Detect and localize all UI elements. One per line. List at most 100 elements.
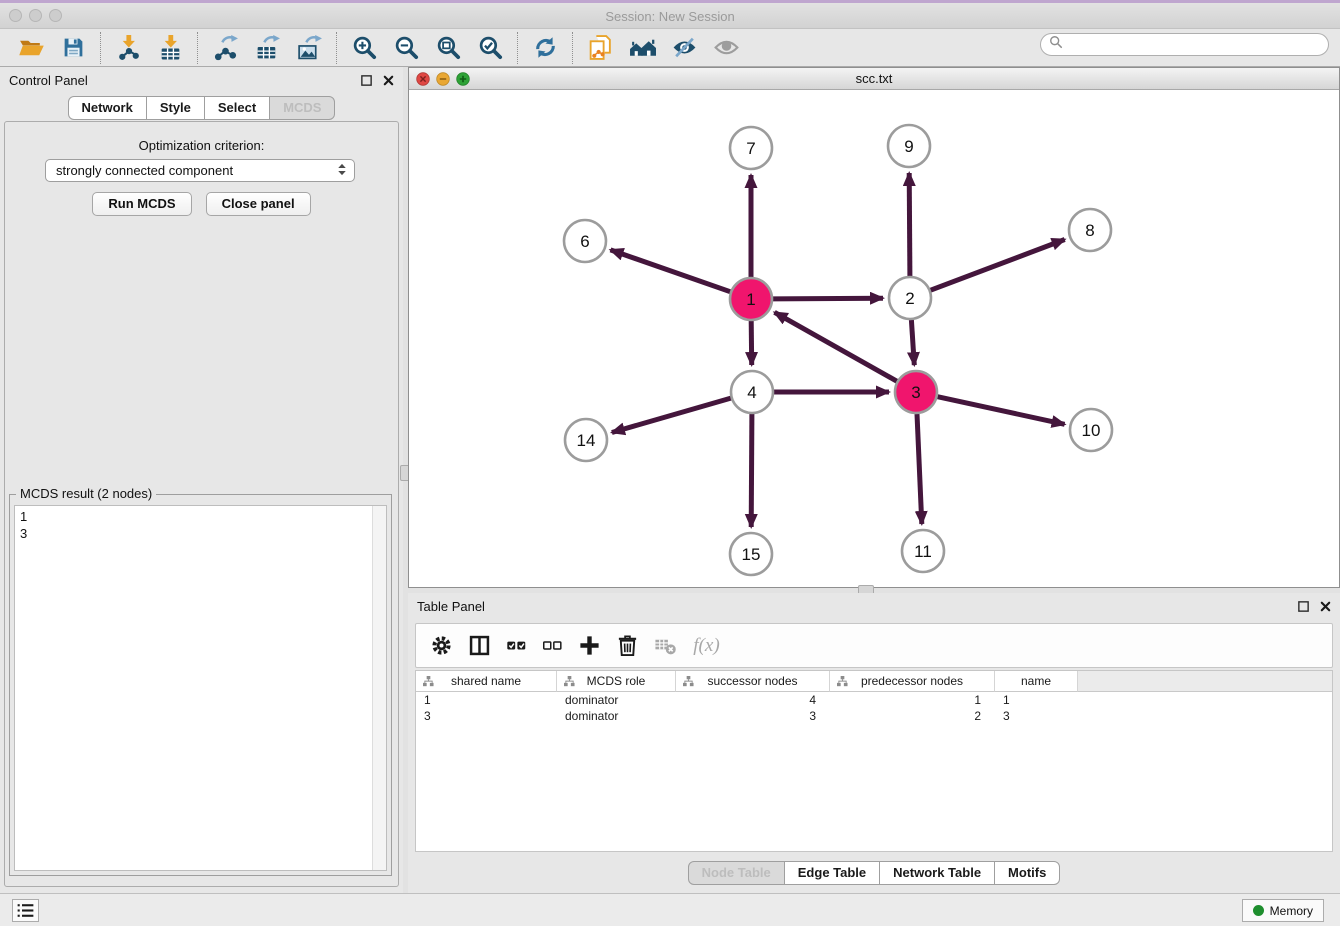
tab-mcds[interactable]: MCDS [269, 96, 335, 120]
eye-hide-icon[interactable] [663, 32, 705, 64]
network-home-icon[interactable] [621, 32, 663, 64]
table-row[interactable]: 3dominator323 [416, 708, 1332, 724]
column-header-shared-name[interactable]: shared name [416, 671, 557, 692]
float-panel-icon[interactable] [359, 73, 373, 87]
graph-node-6[interactable]: 6 [564, 220, 606, 262]
table-cell[interactable]: dominator [557, 692, 676, 708]
export-table-icon[interactable] [246, 32, 288, 64]
graph-node-9[interactable]: 9 [888, 125, 930, 167]
tab-edge-table[interactable]: Edge Table [784, 861, 880, 885]
graph-edge-4-14[interactable] [612, 398, 731, 432]
optimization-criterion-select[interactable]: strongly connected component [45, 159, 355, 182]
zoom-selected-icon[interactable] [469, 32, 511, 64]
network-window-titlebar[interactable]: scc.txt [409, 68, 1339, 90]
network-canvas[interactable]: 7 9 6 8 1 2 4 3 14 10 15 11 [409, 90, 1339, 587]
svg-text:10: 10 [1082, 421, 1101, 440]
memory-button[interactable]: Memory [1242, 899, 1324, 922]
run-mcds-button[interactable]: Run MCDS [92, 192, 191, 216]
graph-node-15[interactable]: 15 [730, 533, 772, 575]
graph-node-1[interactable]: 1 [730, 278, 772, 320]
column-header-predecessor-nodes[interactable]: predecessor nodes [830, 671, 995, 692]
svg-text:8: 8 [1085, 221, 1094, 240]
title-bar: Session: New Session [0, 3, 1340, 29]
open-session-icon[interactable] [10, 32, 52, 64]
table-cell[interactable]: 1 [416, 692, 557, 708]
table-header-row: shared nameMCDS rolesuccessor nodesprede… [416, 671, 1332, 692]
tab-network[interactable]: Network [68, 96, 147, 120]
table-row[interactable]: 1dominator411 [416, 692, 1332, 708]
create-column-icon[interactable] [578, 634, 601, 657]
tab-network-table[interactable]: Network Table [879, 861, 995, 885]
search-input[interactable] [1067, 36, 1328, 54]
table-cell[interactable]: dominator [557, 708, 676, 724]
graph-node-14[interactable]: 14 [565, 419, 607, 461]
copy-network-icon[interactable] [579, 32, 621, 64]
svg-text:1: 1 [746, 290, 755, 309]
svg-text:7: 7 [746, 139, 755, 158]
float-panel-icon[interactable] [1296, 599, 1310, 613]
close-panel-icon[interactable] [1318, 599, 1332, 613]
table-cell[interactable]: 1 [830, 692, 995, 708]
graph-edge-4-15[interactable] [751, 414, 752, 527]
tab-style[interactable]: Style [146, 96, 205, 120]
import-network-icon[interactable] [107, 32, 149, 64]
zoom-out-icon[interactable] [385, 32, 427, 64]
table-settings-icon[interactable] [430, 634, 453, 657]
mcds-result-text: 1 3 [15, 506, 386, 544]
column-header-successor-nodes[interactable]: successor nodes [676, 671, 830, 692]
graph-edge-3-1[interactable] [775, 312, 897, 381]
export-network-icon[interactable] [204, 32, 246, 64]
zoom-fit-icon[interactable] [427, 32, 469, 64]
graph-edge-1-6[interactable] [611, 250, 731, 292]
graph-node-11[interactable]: 11 [902, 530, 944, 572]
graph-edge-1-4[interactable] [751, 321, 752, 365]
svg-text:9: 9 [904, 137, 913, 156]
graph-edge-2-8[interactable] [931, 240, 1065, 291]
svg-text:15: 15 [742, 545, 761, 564]
tab-node-table[interactable]: Node Table [688, 861, 785, 885]
zoom-in-icon[interactable] [343, 32, 385, 64]
graph-edge-2-9[interactable] [909, 173, 910, 276]
table-cell[interactable]: 3 [676, 708, 830, 724]
mcds-result-groupbox: MCDS result (2 nodes) 1 3 [9, 494, 392, 876]
column-header-MCDS-role[interactable]: MCDS role [557, 671, 676, 692]
split-columns-icon[interactable] [468, 634, 491, 657]
table-cell[interactable]: 1 [995, 692, 1078, 708]
delete-columns-icon[interactable] [616, 634, 639, 657]
main-toolbar [0, 29, 1340, 67]
graph-edge-3-10[interactable] [938, 397, 1065, 425]
column-header-name[interactable]: name [995, 671, 1078, 692]
table-cell[interactable]: 3 [416, 708, 557, 724]
toolbar-separator [336, 32, 337, 64]
node-table: shared nameMCDS rolesuccessor nodesprede… [415, 670, 1333, 852]
graph-node-4[interactable]: 4 [731, 371, 773, 413]
graph-edge-3-11[interactable] [917, 414, 922, 524]
graph-node-10[interactable]: 10 [1070, 409, 1112, 451]
tab-select[interactable]: Select [204, 96, 270, 120]
export-image-icon[interactable] [288, 32, 330, 64]
import-table-icon[interactable] [149, 32, 191, 64]
refresh-network-icon[interactable] [524, 32, 566, 64]
graph-node-2[interactable]: 2 [889, 277, 931, 319]
graph-edge-1-2[interactable] [773, 298, 883, 299]
task-history-button[interactable] [12, 899, 39, 922]
close-panel-icon[interactable] [381, 73, 395, 87]
unselect-all-columns-icon[interactable] [542, 635, 563, 656]
delete-table-icon [654, 634, 677, 657]
select-all-columns-icon[interactable] [506, 635, 527, 656]
table-cell[interactable]: 2 [830, 708, 995, 724]
graph-node-3[interactable]: 3 [895, 371, 937, 413]
select-value: strongly connected component [56, 163, 336, 178]
close-panel-button[interactable]: Close panel [206, 192, 311, 216]
status-bar: Memory [0, 893, 1340, 926]
table-cell[interactable]: 4 [676, 692, 830, 708]
search-box[interactable] [1040, 33, 1329, 56]
table-cell[interactable]: 3 [995, 708, 1078, 724]
graph-node-8[interactable]: 8 [1069, 209, 1111, 251]
result-scrollbar[interactable] [372, 506, 386, 870]
graph-node-7[interactable]: 7 [730, 127, 772, 169]
save-session-icon[interactable] [52, 32, 94, 64]
graph-edge-2-3[interactable] [911, 320, 914, 365]
tab-motifs[interactable]: Motifs [994, 861, 1060, 885]
eye-show-icon [705, 32, 747, 64]
